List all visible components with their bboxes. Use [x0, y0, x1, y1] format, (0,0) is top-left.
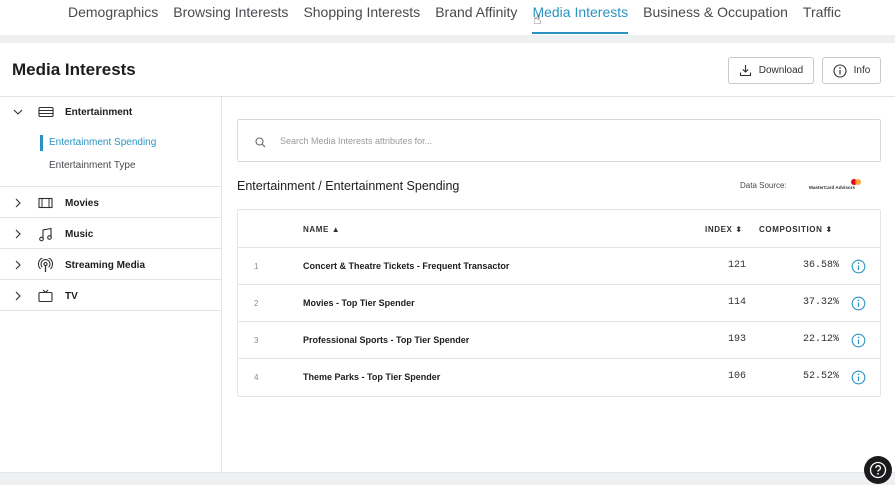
table-header: NAME ▲ INDEX ⬍ COMPOSITION ⬍: [238, 210, 880, 248]
table-row[interactable]: 2 Movies - Top Tier Spender 114 37.32%: [238, 285, 880, 322]
music-note-icon: [38, 227, 65, 242]
attribute-name: Concert & Theatre Tickets - Frequent Tra…: [303, 261, 510, 271]
sidebar-divider: [0, 279, 222, 280]
category-sidebar: Entertainment Entertainment Spending Ent…: [0, 97, 222, 472]
sidebar-category-label: Movies: [65, 197, 99, 209]
tab-demographics[interactable]: Demographics: [68, 4, 158, 34]
page-title: Media Interests: [12, 60, 136, 79]
ticket-icon: [38, 106, 65, 118]
index-value: 106: [727, 371, 746, 382]
data-source-label: Data Source:: [740, 181, 787, 190]
info-button[interactable]: Info: [822, 57, 881, 84]
sidebar-item-entertainment-spending[interactable]: Entertainment Spending: [40, 135, 156, 151]
info-icon[interactable]: [851, 333, 866, 350]
column-header-label: COMPOSITION: [759, 225, 823, 234]
column-header-composition[interactable]: COMPOSITION ⬍: [759, 225, 833, 234]
composition-value: 37.32%: [802, 297, 839, 308]
tab-brand-affinity[interactable]: Brand Affinity: [435, 4, 517, 34]
info-icon: [833, 63, 847, 78]
chevron-right-icon: [0, 198, 38, 208]
tab-browsing-interests[interactable]: Browsing Interests: [173, 4, 288, 34]
info-label: Info: [853, 65, 871, 76]
sort-icon: ⬍: [735, 225, 743, 234]
info-icon[interactable]: [851, 370, 866, 387]
sidebar-divider: [0, 186, 222, 187]
tab-traffic[interactable]: Traffic: [803, 4, 841, 34]
chevron-right-icon: [0, 291, 38, 301]
film-icon: [38, 197, 65, 209]
composition-value: 52.52%: [802, 371, 839, 382]
attribute-name: Professional Sports - Top Tier Spender: [303, 335, 470, 345]
info-icon[interactable]: [851, 259, 866, 276]
search-icon: [255, 135, 266, 153]
section-title: Entertainment / Entertainment Spending: [237, 179, 460, 193]
mastercard-advisors-logo: MasterCard Advisors: [809, 179, 861, 190]
row-number: 3: [254, 336, 259, 345]
sidebar-divider: [0, 217, 222, 218]
question-mark-icon: [869, 461, 887, 479]
column-header-name[interactable]: NAME ▲: [303, 225, 340, 234]
sidebar-category-label: Streaming Media: [65, 259, 146, 271]
table-row[interactable]: 3 Professional Sports - Top Tier Spender…: [238, 322, 880, 359]
svg-text:MasterCard Advisors: MasterCard Advisors: [809, 185, 855, 190]
info-icon[interactable]: [851, 296, 866, 313]
page-header: Media Interests Download Info: [0, 43, 895, 97]
column-header-label: NAME: [303, 225, 329, 234]
column-header-label: INDEX: [705, 225, 733, 234]
sidebar-category-streaming-media[interactable]: Streaming Media: [0, 257, 222, 273]
index-value: 193: [727, 334, 746, 345]
composition-value: 36.58%: [802, 260, 839, 271]
sort-icon: ⬍: [825, 225, 833, 234]
sidebar-category-label: TV: [65, 290, 78, 302]
index-value: 114: [727, 297, 746, 308]
sidebar-category-music[interactable]: Music: [0, 226, 222, 242]
help-button[interactable]: [864, 456, 892, 484]
tab-media-interests[interactable]: Media Interests: [532, 4, 629, 34]
index-value: 121: [727, 260, 746, 271]
nav-divider-bar: [0, 35, 895, 43]
hand-cursor-icon: ☝: [533, 11, 542, 27]
row-number: 2: [254, 299, 259, 308]
sidebar-category-entertainment[interactable]: Entertainment: [0, 104, 222, 120]
top-nav-tabs: Demographics Browsing Interests Shopping…: [68, 4, 841, 34]
attribute-name: Movies - Top Tier Spender: [303, 298, 415, 308]
download-icon: [739, 65, 751, 77]
podcast-icon: [38, 257, 65, 273]
row-number: 4: [254, 373, 259, 382]
table-row[interactable]: 4 Theme Parks - Top Tier Spender 106 52.…: [238, 359, 880, 396]
attribute-name: Theme Parks - Top Tier Spender: [303, 372, 441, 382]
attributes-table: NAME ▲ INDEX ⬍ COMPOSITION ⬍ 1 Concert &…: [237, 209, 881, 397]
column-header-index[interactable]: INDEX ⬍: [705, 225, 743, 234]
tv-icon: [38, 289, 65, 303]
sidebar-item-entertainment-type[interactable]: Entertainment Type: [40, 158, 136, 174]
top-nav: Demographics Browsing Interests Shopping…: [0, 0, 895, 35]
attribute-search-box: [237, 119, 881, 162]
sort-ascending-icon: ▲: [331, 225, 341, 234]
search-input[interactable]: [280, 130, 860, 152]
download-label: Download: [758, 65, 804, 76]
sidebar-category-label: Entertainment: [65, 106, 133, 118]
footer-bar: [0, 472, 895, 485]
download-button[interactable]: Download: [728, 57, 814, 84]
sidebar-category-tv[interactable]: TV: [0, 288, 222, 304]
row-number: 1: [254, 262, 259, 271]
chevron-right-icon: [0, 229, 38, 239]
tab-business-occupation[interactable]: Business & Occupation: [643, 4, 788, 34]
chevron-right-icon: [0, 260, 38, 270]
tab-shopping-interests[interactable]: Shopping Interests: [303, 4, 420, 34]
composition-value: 22.12%: [802, 334, 839, 345]
chevron-down-icon: [0, 107, 38, 117]
table-row[interactable]: 1 Concert & Theatre Tickets - Frequent T…: [238, 248, 880, 285]
sidebar-divider: [0, 248, 222, 249]
sidebar-category-label: Music: [65, 228, 94, 240]
sidebar-divider: [0, 310, 222, 311]
sidebar-category-movies[interactable]: Movies: [0, 195, 222, 211]
